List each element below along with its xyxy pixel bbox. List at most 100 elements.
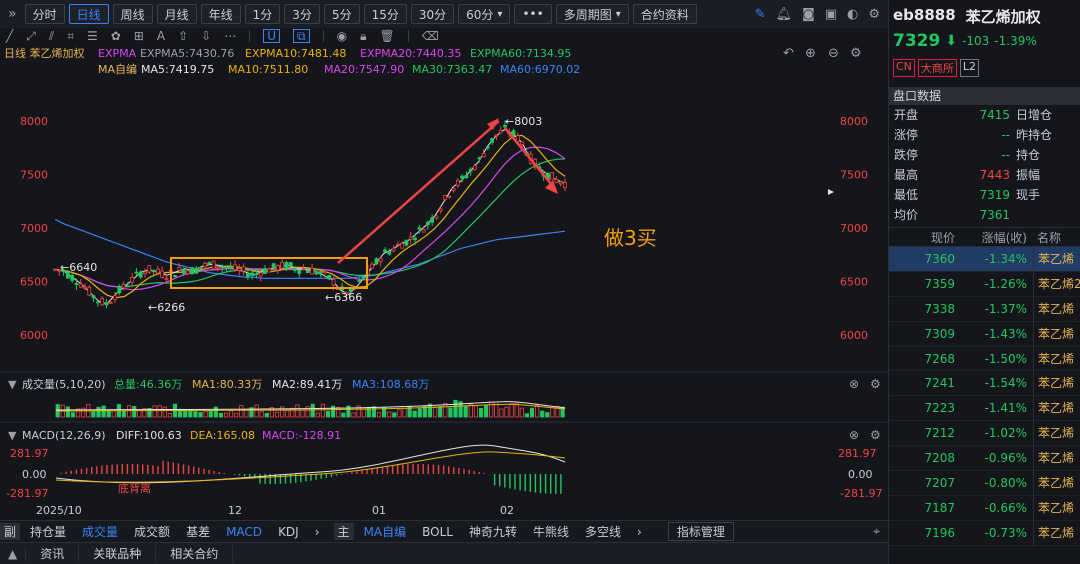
location-icon[interactable]: ⌖	[865, 524, 888, 539]
line-tool-icon[interactable]: ╱	[6, 29, 13, 43]
volume-bar	[218, 412, 223, 418]
pencil-icon[interactable]: ✎	[755, 7, 766, 22]
volume-bar	[509, 403, 514, 418]
contract-row[interactable]: 7212 -1.02% 苯乙烯	[889, 421, 1080, 447]
indicator-tabs: 副 持仓量 成交量 成交额 基差 MACD KDJ › 主 MA自编 BOLL …	[0, 520, 888, 542]
arrow-down-tool-icon[interactable]: ⇩	[201, 29, 211, 43]
close-pane-icon[interactable]: ⊗	[849, 377, 859, 391]
header-change[interactable]: 涨幅(收)	[961, 228, 1033, 248]
contract-row[interactable]: 7187 -0.66% 苯乙烯	[889, 495, 1080, 521]
tab-kdj[interactable]: KDJ	[270, 525, 307, 539]
settings-icon[interactable]: ⚙	[868, 7, 880, 22]
contract-row[interactable]: 7338 -1.37% 苯乙烯	[889, 296, 1080, 322]
period-1min[interactable]: 1分	[244, 4, 281, 24]
volume-collapse-icon[interactable]: ▼	[8, 378, 17, 391]
bell-icon[interactable]: 🔔︎	[776, 7, 793, 22]
theme-icon[interactable]: ◐	[847, 7, 858, 22]
period-30min[interactable]: 30分	[410, 4, 455, 24]
tab-related[interactable]: 关联品种	[79, 545, 157, 562]
candle-body	[138, 271, 143, 278]
brush-tool-icon[interactable]: ✿	[111, 29, 121, 43]
candle-body	[323, 271, 327, 274]
tab-ma-custom[interactable]: MA自编	[356, 523, 415, 540]
camera-icon[interactable]: ◙	[802, 7, 815, 22]
expma60: EXPMA60:7134.95	[470, 47, 571, 60]
period-5min[interactable]: 5分	[323, 4, 360, 24]
measure-tool-icon[interactable]: ⊞	[134, 29, 144, 43]
tab-open-interest[interactable]: 持仓量	[22, 523, 74, 540]
contract-row[interactable]: 7223 -1.41% 苯乙烯	[889, 396, 1080, 422]
tab-contracts[interactable]: 相关合约	[156, 545, 234, 562]
tab-basis[interactable]: 基差	[178, 523, 218, 540]
tab-macd[interactable]: MACD	[218, 525, 270, 539]
macd-diff: DIFF:100.63	[116, 429, 182, 442]
contract-row[interactable]: 7359 -1.26% 苯乙烯2	[889, 271, 1080, 297]
candle-body	[361, 276, 366, 280]
arrow-up-tool-icon[interactable]: ⇧	[178, 29, 188, 43]
more-periods-button[interactable]: •••	[514, 4, 552, 24]
contract-row[interactable]: 7208 -0.96% 苯乙烯	[889, 446, 1080, 472]
tab-turnover[interactable]: 成交额	[126, 523, 178, 540]
delete-icon[interactable]: 🗑︎	[379, 29, 394, 43]
tab-long-short[interactable]: 多空线	[577, 523, 629, 540]
main-chart[interactable]: 日线 苯乙烯加权 EXPMA EXPMA5:7430.76 EXPMA10:74…	[0, 44, 888, 520]
zoom-in-icon[interactable]: ⊕	[805, 46, 816, 61]
candle-body	[211, 260, 216, 270]
volume-bar	[137, 410, 142, 418]
candle-body	[185, 270, 190, 275]
rect-tool-icon[interactable]: ⌗	[67, 29, 74, 44]
next-tabs-icon[interactable]: ›	[307, 525, 328, 539]
tab-news[interactable]: 资讯	[26, 545, 80, 562]
volume-bar	[453, 399, 458, 418]
candle-body	[477, 157, 482, 160]
period-weekly[interactable]: 周线	[112, 4, 153, 24]
period-60min-dropdown[interactable]: 60分	[458, 4, 511, 24]
period-15min[interactable]: 15分	[363, 4, 407, 24]
more-tools-icon[interactable]: ⋯	[224, 29, 236, 43]
pane-settings-icon[interactable]: ⚙	[870, 428, 881, 442]
pane-settings-icon[interactable]: ⚙	[870, 377, 881, 391]
eraser-icon[interactable]: ⌫	[422, 29, 439, 43]
header-price[interactable]: 现价	[889, 228, 961, 248]
close-pane-icon[interactable]: ⊗	[849, 428, 859, 442]
period-daily[interactable]: 日线	[68, 4, 109, 24]
text-tool-icon[interactable]: A	[157, 29, 165, 43]
copy-icon[interactable]: ⧉	[293, 29, 310, 43]
zoom-out-icon[interactable]: ⊖	[828, 46, 839, 61]
layout-icon[interactable]: ▣	[825, 7, 837, 22]
multi-period-dropdown[interactable]: 多周期图	[555, 4, 629, 24]
indicator-manage-button[interactable]: 指标管理	[667, 522, 734, 541]
undo-icon[interactable]: ↶	[783, 46, 794, 61]
collapse-icon[interactable]: ▲	[0, 546, 27, 561]
channel-tool-icon[interactable]: ⫽	[49, 29, 54, 44]
lock-icon[interactable]: 🔒︎	[360, 29, 366, 44]
fib-tool-icon[interactable]: ☰	[87, 29, 98, 43]
contract-row[interactable]: 7241 -1.54% 苯乙烯	[889, 371, 1080, 397]
contract-row[interactable]: 7207 -0.80% 苯乙烯	[889, 471, 1080, 496]
period-monthly[interactable]: 月线	[156, 4, 197, 24]
tab-boll[interactable]: BOLL	[414, 525, 461, 539]
contract-row[interactable]: 7360 -1.34% 苯乙烯	[889, 247, 1080, 272]
down-trend-arrow	[504, 127, 557, 191]
tab-volume[interactable]: 成交量	[74, 523, 126, 540]
eye-icon[interactable]: ◉	[337, 29, 347, 43]
candle-body	[95, 301, 100, 304]
period-3min[interactable]: 3分	[284, 4, 320, 24]
period-fenshi[interactable]: 分时	[24, 4, 65, 24]
ray-tool-icon[interactable]: ⤢	[26, 29, 36, 44]
candle-body	[430, 217, 435, 223]
contract-row[interactable]: 7309 -1.43% 苯乙烯	[889, 321, 1080, 347]
tab-magic-nine[interactable]: 神奇九转	[461, 523, 525, 540]
contract-info-button[interactable]: 合约资料	[632, 4, 697, 24]
chart-settings-icon[interactable]: ⚙	[850, 46, 862, 61]
macd-collapse-icon[interactable]: ▼	[8, 429, 17, 442]
expand-icon[interactable]: »	[4, 6, 21, 22]
contract-row[interactable]: 7196 -0.73% 苯乙烯	[889, 520, 1080, 546]
contract-row[interactable]: 7268 -1.50% 苯乙烯	[889, 346, 1080, 372]
tab-bull-bear[interactable]: 牛熊线	[525, 523, 577, 540]
magnet-icon[interactable]: U	[263, 29, 280, 43]
candle-body	[151, 269, 156, 272]
period-yearly[interactable]: 年线	[200, 4, 241, 24]
header-name[interactable]: 名称	[1033, 228, 1080, 248]
next-tabs-icon[interactable]: ›	[629, 525, 650, 539]
